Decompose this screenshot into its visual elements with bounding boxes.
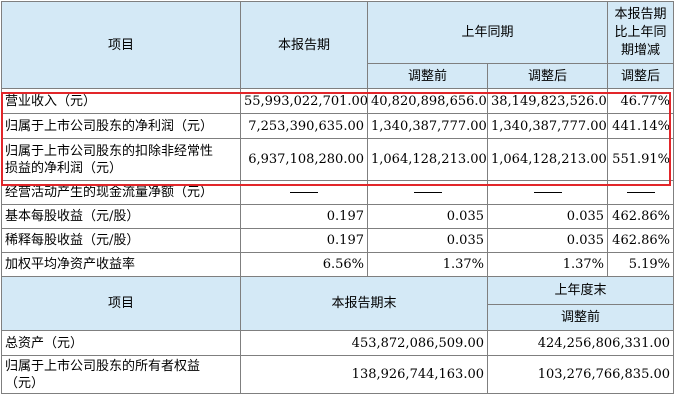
financial-data-table: 项目 本报告期 上年同期 本报告期 比上年同 期增减 调整前 调整后 调整后 营…	[1, 1, 675, 394]
row-change: 551.91%	[607, 138, 675, 181]
row-change: 5.19%	[607, 252, 675, 277]
table-row: 稀释每股收益（元/股） 0.197 0.035 0.035 462.86%	[1, 228, 675, 253]
row-label-line2: 损益的净利润（元）	[5, 160, 123, 176]
row-before: 0.035	[367, 204, 488, 229]
row-before: 40,820,898,656.00	[367, 88, 488, 114]
row2-period-end: 453,872,086,509.00	[240, 330, 488, 356]
row2-label-line2: （元）	[5, 375, 45, 391]
header2-prior-year-end: 上年度末	[486, 276, 675, 305]
header-change-line2: 比上年同	[614, 24, 667, 40]
header-row-top: 项目 本报告期 上年同期 本报告期 比上年同 期增减	[1, 1, 675, 89]
row-change: 46.77%	[607, 88, 675, 114]
row-label: 营业收入（元）	[1, 88, 241, 114]
row-label: 归属于上市公司股东的净利润（元）	[1, 113, 241, 139]
row-current: 7,253,390,635.00	[240, 113, 368, 139]
row-before: 0.035	[367, 228, 488, 253]
row-change: 462.86%	[607, 204, 675, 229]
header-current-period: 本报告期	[240, 1, 368, 89]
row-before: 1.37%	[367, 252, 488, 277]
row2-period-end: 138,926,744,163.00	[240, 355, 488, 394]
table-row: 归属于上市公司股东的扣除非经常性 损益的净利润（元） 6,937,108,280…	[1, 138, 675, 181]
table-row: 基本每股收益（元/股） 0.197 0.035 0.035 462.86%	[1, 204, 675, 229]
row-label: 归属于上市公司股东的扣除非经常性 损益的净利润（元）	[1, 138, 241, 181]
financial-table-container: 项目 本报告期 上年同期 本报告期 比上年同 期增减 调整前 调整后 调整后 营…	[0, 0, 675, 414]
row-current: 55,993,022,701.00	[240, 88, 368, 114]
row-after-dash	[486, 180, 609, 205]
row-change-dash	[607, 180, 675, 205]
table-row: 总资产（元） 453,872,086,509.00 424,256,806,33…	[1, 330, 675, 356]
row-after: 1.37%	[486, 252, 609, 277]
row-label: 经营活动产生的现金流量净额（元）	[1, 180, 241, 205]
row-after: 1,340,387,777.00	[486, 113, 609, 139]
row-current-dash	[240, 180, 368, 205]
header2-row-top: 项目 本报告期末 上年度末	[1, 276, 675, 331]
table-row: 经营活动产生的现金流量净额（元）	[1, 180, 675, 205]
row-current: 0.197	[240, 204, 368, 229]
row2-label: 总资产（元）	[1, 330, 241, 356]
row-after: 1,064,128,213.00	[486, 138, 609, 181]
row-current: 6.56%	[240, 252, 368, 277]
header-change-line1: 本报告期	[614, 6, 667, 22]
header-item: 项目	[1, 1, 241, 89]
header-change-adjusted: 调整后	[607, 63, 675, 89]
row2-label-line1: 归属于上市公司股东的所有者权益	[5, 358, 201, 374]
row-current: 6,937,108,280.00	[240, 138, 368, 181]
row-label: 基本每股收益（元/股）	[1, 204, 241, 229]
row-before: 1,064,128,213.00	[367, 138, 488, 181]
header2-before-adjustment: 调整前	[486, 304, 675, 331]
table-row: 营业收入（元） 55,993,022,701.00 40,820,898,656…	[1, 88, 675, 114]
header-change: 本报告期 比上年同 期增减	[607, 1, 675, 64]
header-after-adjustment: 调整后	[486, 63, 609, 89]
row-label: 稀释每股收益（元/股）	[1, 228, 241, 253]
header2-period-end: 本报告期末	[240, 276, 488, 331]
row2-prior: 103,276,766,835.00	[486, 355, 675, 394]
table-row: 归属于上市公司股东的净利润（元） 7,253,390,635.00 1,340,…	[1, 113, 675, 139]
row-after: 0.035	[486, 228, 609, 253]
row2-prior: 424,256,806,331.00	[486, 330, 675, 356]
row-change: 462.86%	[607, 228, 675, 253]
row-label-line1: 归属于上市公司股东的扣除非经常性	[5, 143, 214, 159]
row-before-dash	[367, 180, 488, 205]
header-change-line3: 期增减	[621, 42, 661, 58]
row-after: 38,149,823,526.00	[486, 88, 609, 114]
table-row: 加权平均净资产收益率 6.56% 1.37% 1.37% 5.19%	[1, 252, 675, 277]
row-before: 1,340,387,777.00	[367, 113, 488, 139]
table-row: 归属于上市公司股东的所有者权益 （元） 138,926,744,163.00 1…	[1, 355, 675, 394]
row-current: 0.197	[240, 228, 368, 253]
row-label: 加权平均净资产收益率	[1, 252, 241, 277]
row2-label: 归属于上市公司股东的所有者权益 （元）	[1, 355, 241, 394]
header-before-adjustment: 调整前	[367, 63, 488, 89]
header-prior-year: 上年同期	[366, 1, 609, 64]
row-change: 441.14%	[607, 113, 675, 139]
header2-item: 项目	[1, 276, 241, 331]
row-after: 0.035	[486, 204, 609, 229]
